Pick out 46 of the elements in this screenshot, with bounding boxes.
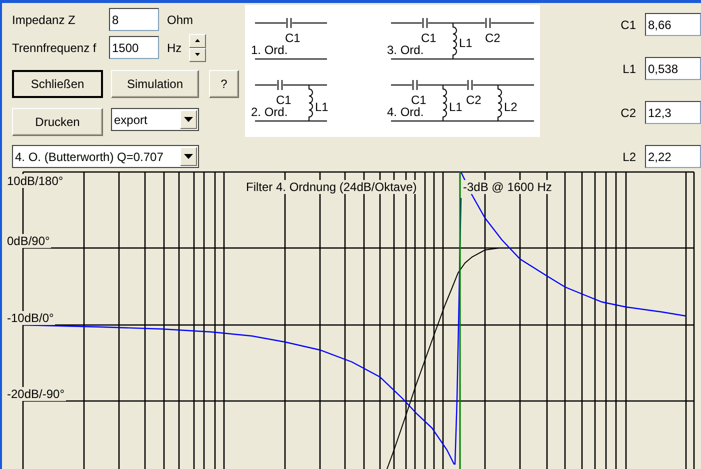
- order-label: 3. Ord.: [387, 43, 424, 57]
- push-button[interactable]: Schließen: [12, 70, 103, 98]
- component-label: C1: [285, 31, 300, 45]
- component-label: L1: [459, 36, 472, 50]
- spin-up-button[interactable]: [188, 34, 206, 48]
- print-button[interactable]: Drucken: [12, 108, 103, 136]
- down-triangle-icon: [194, 53, 200, 56]
- up-triangle-icon: [194, 39, 200, 42]
- input-field[interactable]: 12,3: [645, 101, 701, 124]
- input-field[interactable]: 2,22: [645, 145, 701, 168]
- spin-down-button[interactable]: [188, 48, 206, 62]
- input-field[interactable]: 8,66: [645, 13, 701, 36]
- axis-label: -20dB/-90°: [6, 387, 66, 401]
- component-label: C1: [620, 18, 636, 32]
- input-field[interactable]: 1500: [109, 36, 159, 59]
- axis-label: 0dB/90°: [6, 234, 51, 248]
- chart-title: Filter 4. Ordnung (24dB/Oktave): [245, 180, 418, 194]
- order-label: 2. Ord.: [251, 105, 288, 119]
- component-label: C2: [485, 31, 500, 45]
- component-label: L1: [315, 100, 328, 114]
- component-label: L2: [622, 150, 636, 164]
- order-label: 4. Ord.: [387, 105, 424, 119]
- component-label: L1: [449, 100, 462, 114]
- component-label: C1: [421, 31, 436, 45]
- dropdown[interactable]: export: [111, 108, 199, 131]
- caret-icon: [184, 154, 193, 159]
- marker-label: -3dB @ 1600 Hz: [462, 180, 553, 194]
- push-button[interactable]: Simulation: [111, 70, 199, 98]
- component-label: C2: [620, 106, 636, 120]
- axis-label: -10dB/0°: [6, 311, 55, 325]
- component-label: L2: [504, 100, 518, 114]
- component-label: C2: [466, 93, 482, 107]
- axis-label: 10dB/180°: [6, 174, 64, 188]
- field-label: Impedanz Z: [12, 12, 76, 26]
- push-button[interactable]: ?: [209, 70, 239, 98]
- caret-icon: [184, 117, 193, 122]
- order-label: 1. Ord.: [251, 43, 288, 57]
- unit-label: Hz: [167, 40, 182, 54]
- component-label: C1: [276, 93, 292, 107]
- input-field[interactable]: 8: [109, 8, 159, 31]
- dropdown[interactable]: 4. O. (Butterworth) Q=0.707: [12, 145, 199, 168]
- field-label: Trennfrequenz f: [12, 40, 98, 54]
- unit-label: Ohm: [167, 12, 194, 26]
- component-label: C1: [411, 93, 426, 107]
- component-label: L1: [622, 62, 636, 76]
- input-field[interactable]: 0,538: [645, 57, 701, 80]
